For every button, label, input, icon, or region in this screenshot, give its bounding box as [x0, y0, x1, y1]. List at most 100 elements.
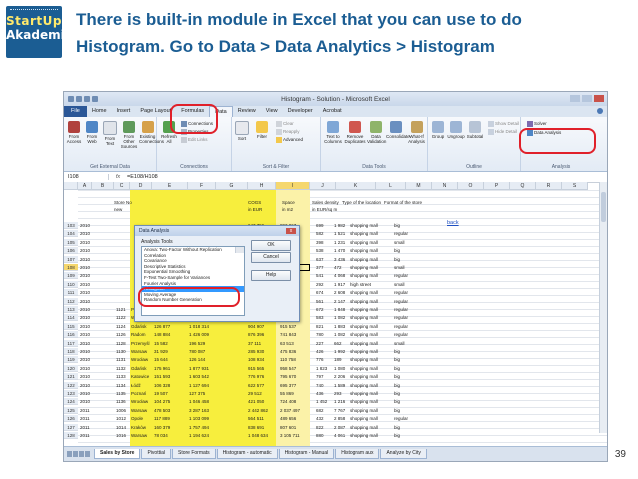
- cell-loc[interactable]: shopping mall: [350, 424, 384, 431]
- tab-view[interactable]: View: [261, 106, 283, 117]
- cell-profit[interactable]: 1 194 624: [189, 432, 221, 439]
- cell-cogs[interactable]: 876 396: [248, 331, 276, 338]
- row-header[interactable]: 117: [64, 339, 78, 347]
- cell-loc[interactable]: shopping mall: [350, 306, 384, 313]
- cell-loc[interactable]: shopping mall: [350, 289, 384, 296]
- column-header-r[interactable]: R: [536, 182, 562, 190]
- cell-year[interactable]: 2011: [80, 424, 116, 431]
- cell-fmt[interactable]: regular: [394, 314, 418, 321]
- cell-cogs[interactable]: 564 511: [248, 415, 276, 422]
- cell-store[interactable]: 1121: [116, 306, 132, 313]
- cell-fmt[interactable]: big: [394, 432, 418, 439]
- row-header[interactable]: 107: [64, 255, 78, 263]
- dialog-close-button[interactable]: x: [286, 228, 296, 234]
- column-header-h[interactable]: H: [248, 182, 276, 190]
- what-if-analysis-button[interactable]: What-If Analysis: [407, 121, 426, 144]
- cell-profit[interactable]: 1 603 542: [189, 373, 221, 380]
- remove-duplicates-button[interactable]: Remove Duplicates: [344, 121, 366, 144]
- cell-fmt[interactable]: regular: [394, 415, 418, 422]
- solver-button[interactable]: Solver: [527, 121, 547, 127]
- cell-cogs[interactable]: 1 048 634: [248, 432, 276, 439]
- cell-year[interactable]: 2010: [80, 264, 116, 271]
- cell-profit[interactable]: 3 287 163: [189, 407, 221, 414]
- cell-sales[interactable]: 160 379: [154, 424, 190, 431]
- prev-sheet-arrow-icon[interactable]: [73, 451, 78, 457]
- cell-space[interactable]: 807 601: [280, 424, 314, 431]
- cell-cogs[interactable]: 838 691: [248, 424, 276, 431]
- cell-sales[interactable]: 104 275: [154, 398, 190, 405]
- cell-fmt[interactable]: regular: [394, 306, 418, 313]
- cell-store[interactable]: 1134: [116, 382, 132, 389]
- cell-loc[interactable]: shopping mall: [350, 432, 384, 439]
- cell-year[interactable]: 2011: [80, 407, 116, 414]
- cell-sales[interactable]: 175 961: [154, 365, 190, 372]
- cell-loc[interactable]: shopping mall: [350, 272, 384, 279]
- group-button[interactable]: Group: [430, 121, 446, 139]
- cell-fmt[interactable]: small: [394, 264, 418, 271]
- cell-fmt[interactable]: big: [394, 356, 418, 363]
- cell-fmt[interactable]: big: [394, 247, 418, 254]
- back-link[interactable]: back: [447, 220, 459, 226]
- cell-cogs[interactable]: 2 442 862: [248, 407, 276, 414]
- cell-profit[interactable]: 1 426 009: [189, 331, 221, 338]
- cell-city[interactable]: Kraków: [131, 424, 153, 431]
- cell-year[interactable]: 2010: [80, 331, 116, 338]
- row-header[interactable]: 108: [64, 264, 78, 271]
- cell-year[interactable]: 2010: [80, 382, 116, 389]
- column-header-i[interactable]: I: [276, 182, 310, 190]
- cell-loc[interactable]: shopping mall: [350, 365, 384, 372]
- cell-cogs[interactable]: 915 565: [248, 365, 276, 372]
- cell-year[interactable]: 2011: [80, 415, 116, 422]
- cell-profit[interactable]: 126 144: [189, 356, 221, 363]
- cell-store[interactable]: 1122: [116, 314, 132, 321]
- cell-year[interactable]: 2010: [80, 398, 116, 405]
- row-header[interactable]: 103: [64, 222, 78, 229]
- column-header-d[interactable]: D: [130, 182, 152, 190]
- help-button[interactable]: Help: [251, 270, 291, 281]
- cell-loc[interactable]: shopping mall: [350, 298, 384, 305]
- cell-city[interactable]: Gdańsk: [131, 323, 153, 330]
- cell-sales[interactable]: 106 328: [154, 382, 190, 389]
- cell-store[interactable]: 1126: [116, 331, 132, 338]
- cell-fmt[interactable]: big: [394, 398, 418, 405]
- row-header[interactable]: 122: [64, 381, 78, 389]
- cell-fmt[interactable]: regular: [394, 298, 418, 305]
- from-other-sources-button[interactable]: From Other Sources: [120, 121, 138, 149]
- cell-fmt[interactable]: small: [394, 340, 418, 347]
- cell-space[interactable]: 475 836: [280, 348, 314, 355]
- cell-space[interactable]: 795 670: [280, 373, 314, 380]
- sheet-tab[interactable]: Store Formats: [171, 449, 216, 459]
- cell-cogs[interactable]: 285 930: [248, 348, 276, 355]
- cell-space[interactable]: 489 656: [280, 415, 314, 422]
- cell-sales[interactable]: 15 644: [154, 356, 190, 363]
- cell-profit[interactable]: 1 046 458: [189, 398, 221, 405]
- row-header[interactable]: 113: [64, 306, 78, 313]
- tab-review[interactable]: Review: [233, 106, 261, 117]
- cell-year[interactable]: 2010: [80, 365, 116, 372]
- cell-year[interactable]: 2010: [80, 356, 116, 363]
- cell-fmt[interactable]: regular: [394, 323, 418, 330]
- cell-profit[interactable]: 780 087: [189, 348, 221, 355]
- cell-city[interactable]: Wrocław: [131, 398, 153, 405]
- row-header[interactable]: 126: [64, 415, 78, 423]
- row-header[interactable]: 124: [64, 398, 78, 406]
- scrollbar-thumb[interactable]: [601, 192, 606, 222]
- cell-fmt[interactable]: big: [394, 382, 418, 389]
- ungroup-button[interactable]: Ungroup: [447, 121, 465, 139]
- next-sheet-arrow-icon[interactable]: [79, 451, 84, 457]
- consolidate-button[interactable]: Consolidate: [386, 121, 410, 139]
- cell-cogs[interactable]: 421 050: [248, 398, 276, 405]
- cell-fmt[interactable]: regular: [394, 289, 418, 296]
- cell-loc[interactable]: shopping mall: [350, 348, 384, 355]
- row-header[interactable]: 112: [64, 297, 78, 305]
- tab-insert[interactable]: Insert: [112, 106, 136, 117]
- cell-profit[interactable]: 1 877 931: [189, 365, 221, 372]
- cell-year[interactable]: 2010: [80, 340, 116, 347]
- cell-profit[interactable]: 1 103 099: [189, 415, 221, 422]
- vertical-scrollbar[interactable]: [599, 182, 607, 433]
- cell-fmt[interactable]: big: [394, 256, 418, 263]
- cell-fmt[interactable]: big: [394, 348, 418, 355]
- cell-space[interactable]: 915 537: [280, 323, 314, 330]
- row-header[interactable]: 104: [64, 230, 78, 238]
- first-sheet-arrow-icon[interactable]: [67, 451, 72, 457]
